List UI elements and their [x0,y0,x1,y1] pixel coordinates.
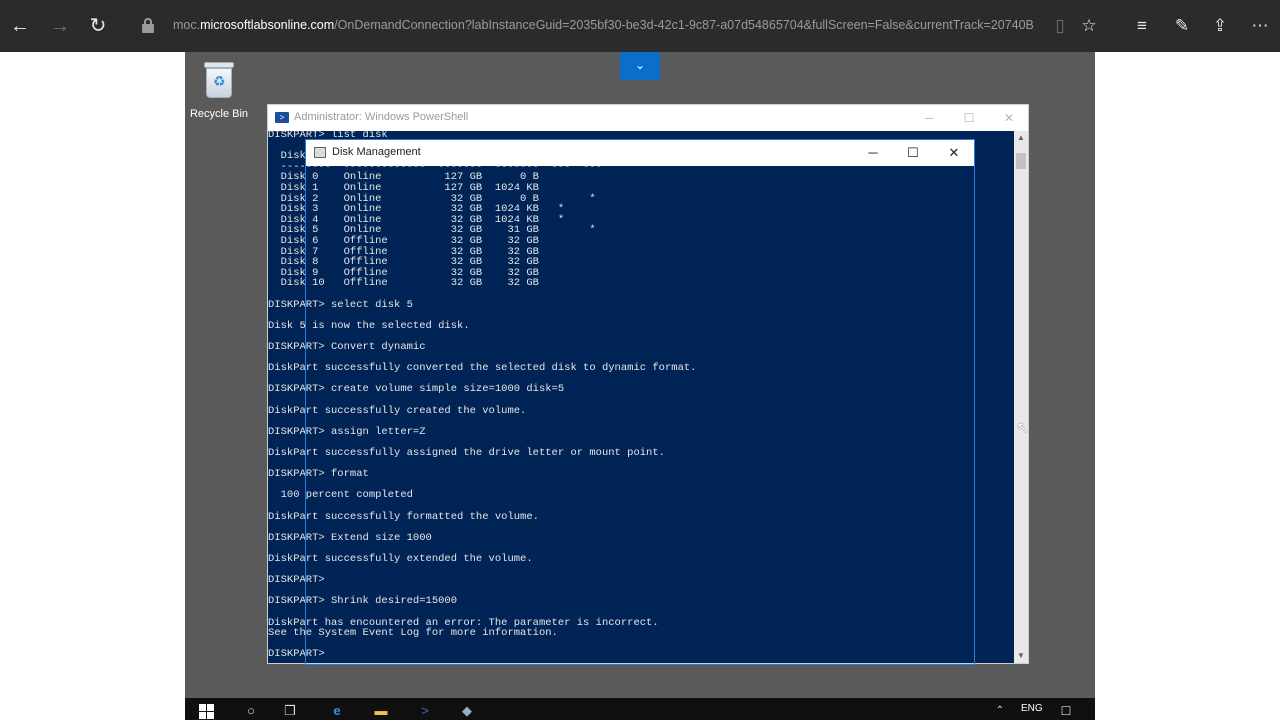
more-icon[interactable]: ⋯ [1248,14,1272,38]
disk-management-taskbar-icon[interactable]: ◆ [457,702,477,720]
powershell-icon: > [275,112,289,123]
search-icon[interactable]: ○ [243,702,259,720]
mouse-cursor-icon: ↖ [1016,420,1030,437]
url-path: /OnDemandConnection?labInstanceGuid=2035… [334,18,1034,32]
recycle-bin-label: Recycle Bin [189,108,249,120]
star-icon[interactable]: ☆ [1077,14,1101,38]
taskbar: ○ ❒ e ▬ > ◆ ⌃ ENG ☐ [185,698,1095,720]
pen-icon[interactable]: ✎ [1170,14,1194,38]
edge-icon[interactable]: e [327,702,347,720]
minimize-button[interactable]: ─ [856,143,890,163]
console-scrollbar[interactable]: ▲ ▼ [1014,131,1028,663]
close-button[interactable]: ✕ [994,108,1024,128]
minimize-button[interactable]: ─ [914,108,944,128]
chevron-up-icon[interactable]: ⌃ [993,702,1007,720]
recycle-bin-icon [202,60,236,100]
scroll-down-icon[interactable]: ▼ [1014,649,1028,663]
powershell-title: Administrator: Windows PowerShell [294,111,469,123]
scroll-up-icon[interactable]: ▲ [1014,131,1028,145]
url-text[interactable]: moc.microsoftlabsonline.com/OnDemandConn… [173,18,1034,32]
scrollbar-thumb[interactable] [1016,153,1026,169]
disk-management-title: Disk Management [332,146,421,158]
powershell-titlebar[interactable]: > Administrator: Windows PowerShell ─ ☐ … [268,105,1028,131]
disk-management-titlebar[interactable]: Disk Management ─ ☐ ✕ [306,140,974,166]
url-host: microsoftlabsonline.com [200,18,335,32]
recycle-bin-desktop-icon[interactable]: Recycle Bin [189,60,249,120]
close-button[interactable]: ✕ [937,143,971,163]
address-bar[interactable]: moc.microsoftlabsonline.com/OnDemandConn… [138,10,1034,42]
task-view-icon[interactable]: ❒ [281,702,299,720]
share-icon[interactable]: ⇪ [1208,14,1232,38]
disk-management-icon [314,147,326,158]
powershell-taskbar-icon[interactable]: > [415,702,435,720]
disk-management-window[interactable]: Disk Management ─ ☐ ✕ [305,139,975,665]
lock-icon [142,18,154,33]
input-language[interactable]: ENG [1021,703,1043,714]
file-explorer-icon[interactable]: ▬ [371,702,391,720]
refresh-icon[interactable]: ↻ [84,12,112,40]
remote-desktop-viewport[interactable]: ⌄ Recycle Bin > Administrator: Windows P… [185,52,1095,720]
notification-icon[interactable]: ☐ [1059,702,1073,720]
browser-toolbar: ← → ↻ moc.microsoftlabsonline.com/OnDema… [0,0,1280,52]
back-arrow-icon[interactable]: ← [6,12,34,40]
forward-arrow-icon[interactable]: → [46,12,74,40]
windows-start-icon[interactable] [199,702,215,720]
maximize-button[interactable]: ☐ [896,143,930,163]
maximize-button[interactable]: ☐ [954,108,984,128]
book-icon[interactable]: ▯ [1048,14,1072,38]
chevron-down-icon[interactable]: ⌄ [620,52,660,80]
hub-icon[interactable]: ≡ [1130,14,1154,38]
